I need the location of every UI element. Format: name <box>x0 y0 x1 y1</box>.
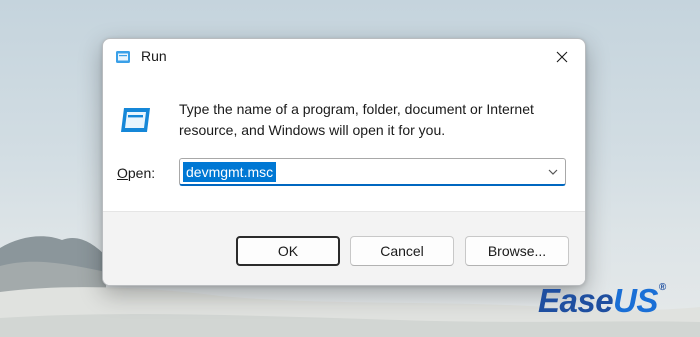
registered-mark: ® <box>658 282 666 293</box>
open-label-mnemonic: O <box>117 165 128 181</box>
title-bar: Run <box>103 39 585 75</box>
button-bar: OK Cancel Browse... <box>103 211 585 285</box>
run-dialog: Run Type the name of a program, folder, … <box>102 38 586 286</box>
run-large-icon <box>121 108 150 132</box>
open-combobox[interactable]: devmgmt.msc <box>179 158 566 186</box>
cancel-button[interactable]: Cancel <box>350 236 454 266</box>
browse-button[interactable]: Browse... <box>465 236 569 266</box>
open-label: Open: <box>117 165 155 181</box>
logo-text-us: US <box>613 282 658 319</box>
close-icon <box>556 51 568 63</box>
open-label-text: pen: <box>127 165 156 181</box>
chevron-down-icon[interactable] <box>547 166 559 178</box>
close-button[interactable] <box>539 39 585 75</box>
window-title: Run <box>141 48 167 64</box>
logo-text-ease: Ease <box>538 282 614 319</box>
dialog-description: Type the name of a program, folder, docu… <box>179 101 534 138</box>
ok-button[interactable]: OK <box>236 236 340 266</box>
easeus-logo: EaseUS® <box>538 282 666 320</box>
run-icon <box>116 51 130 63</box>
open-input-value[interactable]: devmgmt.msc <box>183 162 277 182</box>
